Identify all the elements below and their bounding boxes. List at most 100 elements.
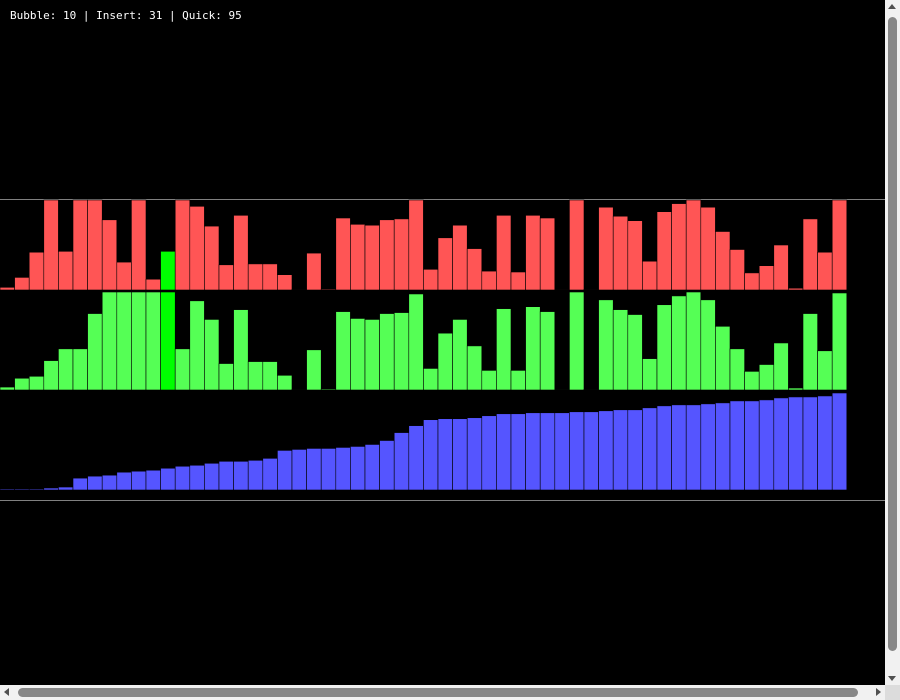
bubble-bar [408,199,424,291]
bubble-bar [87,199,103,291]
quick-bar [116,471,132,491]
quick-bar [744,400,760,491]
insert-bar [291,389,307,391]
bubble-bar [277,274,293,291]
quick-bar [131,470,147,491]
insert-bar [496,308,512,391]
quick-bar [335,447,351,491]
quick-bar [773,397,789,491]
insert-bar [28,375,45,391]
insert-bar [788,387,804,391]
insert-bar [72,348,88,391]
insert-bar [218,363,234,391]
quick-bar [598,410,614,491]
insert-bar [802,313,818,391]
scroll-left-arrow-icon[interactable] [4,688,9,696]
quick-bar [408,425,424,491]
insert-bar [685,291,702,391]
quick-bar [831,392,848,491]
bubble-bar [525,215,541,291]
quick-bar [277,450,293,491]
bubble-bar [174,199,191,291]
bubble-bar [58,251,74,291]
insert-bar [101,291,118,391]
quick-bar [218,460,234,491]
bubble-bar [145,278,161,291]
quick-bar [0,488,15,491]
vertical-scroll-thumb[interactable] [888,17,897,651]
bubble-bar [817,251,833,291]
bubble-bar [583,289,599,291]
quick-bar [788,396,804,491]
bubble-bar [758,265,775,291]
bubble-bar [539,217,556,291]
quick-bar [291,449,307,491]
bubble-bar [671,203,687,291]
bubble-bar [335,217,351,291]
insert-bar [758,364,775,391]
quick-bar [569,411,585,491]
scroll-down-arrow-icon[interactable] [888,676,896,681]
quick-bar [393,432,410,491]
bubble-bar [612,215,629,291]
insert-bar [817,350,833,391]
bubble-bar [28,251,45,291]
vertical-scrollbar[interactable] [885,0,900,685]
bubble-bar-active [160,251,176,291]
bubble-bar [700,206,716,291]
bubble-bar [788,287,804,291]
insert-bar [423,368,439,391]
insert-bar [306,349,322,391]
bubble-bar [14,277,30,291]
quick-bar [496,413,512,491]
bubble-bar [350,224,366,291]
quick-bar [685,404,702,491]
insert-bar [0,386,15,391]
horizontal-scroll-thumb[interactable] [18,688,858,697]
bubble-bar [131,199,147,291]
insert-bar [773,342,789,391]
quick-bar [320,448,337,491]
bubble-bar [685,199,702,291]
quick-bar [233,460,249,491]
insert-bar [569,291,585,391]
bubble-bar [291,289,307,291]
insert-bar [335,311,351,391]
insert-bar [277,374,293,391]
bubble-bar [204,225,220,291]
scrollbar-corner [885,685,900,700]
quick-bar [28,488,45,491]
insert-bar [233,309,249,391]
bubble-bar [642,260,658,291]
bubble-bar [656,211,672,291]
bubble-bar [364,224,380,291]
insert-bar [642,358,658,391]
bubble-bar [320,288,337,291]
bubble-bar [802,218,818,291]
insert-bar [131,291,147,391]
bubble-bar [627,220,643,291]
bubble-bar [569,199,585,291]
quick-bar [452,418,468,491]
insert-bar [729,348,745,391]
insert-bar [452,319,468,391]
bubble-bar [744,272,760,291]
insert-bar [744,371,760,391]
bubble-bar [247,263,264,291]
quick-bar [247,459,264,491]
quick-bar [612,409,629,491]
scroll-up-arrow-icon[interactable] [888,4,896,9]
bubble-bar [43,199,59,291]
insert-bar [320,388,337,391]
quick-bar [145,469,161,491]
insert-bar [481,370,497,391]
quick-bar [174,465,191,491]
bubble-bar [773,244,789,291]
scroll-right-arrow-icon[interactable] [876,688,881,696]
insert-bar [598,299,614,391]
insert-bar [14,377,30,391]
quick-bar [350,446,366,491]
quick-bar [189,464,205,491]
horizontal-scrollbar[interactable] [0,685,885,700]
insert-bar [204,319,220,391]
